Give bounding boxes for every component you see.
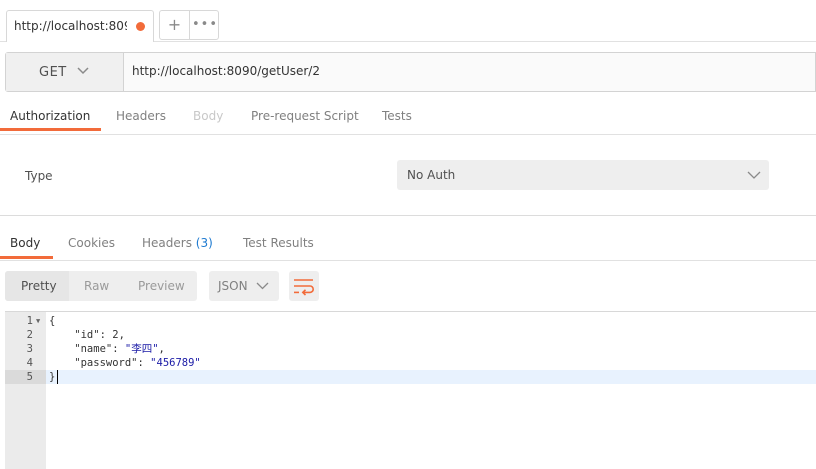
request-tab-label: http://localhost:8090 (14, 19, 127, 33)
tab-body[interactable]: Body (193, 109, 223, 123)
tab-strip: http://localhost:8090 + ••• (0, 0, 816, 42)
fold-arrow-icon[interactable]: ▼ (36, 314, 44, 328)
code-text: { (49, 314, 55, 328)
code-text: "id": 2, (49, 328, 125, 342)
code-line: 3 "name": "李四", (5, 342, 816, 356)
code-line: 1 ▼ { (5, 314, 816, 328)
code-token: "456789" (150, 357, 201, 369)
request-tabs: Authorization Headers Body Pre-request S… (0, 103, 816, 135)
tab-pre-request-script[interactable]: Pre-request Script (251, 109, 359, 123)
auth-type-select[interactable]: No Auth (397, 160, 769, 190)
chevron-down-icon (77, 67, 89, 75)
code-token: "name" (49, 343, 113, 355)
code-token: "password" (49, 357, 138, 369)
view-mode-group: Pretty Raw Preview (5, 271, 197, 301)
tab-tests[interactable]: Tests (382, 109, 412, 123)
headers-count-badge: (3) (195, 236, 213, 250)
code-token: , (118, 329, 125, 341)
code-line: 4 "password": "456789" (5, 356, 816, 370)
response-tab-body[interactable]: Body (10, 236, 40, 250)
auth-type-label: Type (25, 169, 53, 183)
code-token: "李四" (124, 343, 159, 355)
ellipsis-icon: ••• (191, 17, 218, 32)
code-token: } (49, 371, 56, 383)
response-tab-headers[interactable]: Headers (3) (142, 236, 213, 250)
wrap-lines-icon (294, 279, 314, 296)
raw-button[interactable]: Raw (84, 279, 109, 293)
code-token: : (99, 329, 113, 341)
more-tabs-button[interactable]: ••• (190, 11, 220, 39)
method-select[interactable]: GET (6, 53, 124, 91)
response-headers-label: Headers (142, 236, 192, 250)
preview-button[interactable]: Preview (138, 279, 185, 293)
code-line: 5} (5, 370, 816, 384)
url-input[interactable]: http://localhost:8090/getUser/2 (132, 64, 320, 78)
line-number: 4 (26, 357, 33, 369)
active-tab-indicator (0, 128, 101, 131)
code-text: "password": "456789" (49, 356, 201, 370)
code-token: : (112, 343, 125, 355)
format-value: JSON (218, 279, 248, 293)
text-caret (57, 370, 58, 384)
unsaved-dot-icon (136, 22, 145, 31)
line-number: 2 (26, 329, 33, 341)
code-token: "id" (49, 329, 100, 341)
tab-authorization[interactable]: Authorization (10, 109, 90, 123)
tab-headers[interactable]: Headers (116, 109, 166, 123)
url-bar: GET http://localhost:8090/getUser/2 (5, 52, 816, 92)
request-tab[interactable]: http://localhost:8090 (6, 10, 154, 42)
format-select[interactable]: JSON (209, 271, 279, 301)
line-number: 5 (26, 371, 33, 383)
line-number: 1 (26, 315, 33, 327)
active-response-tab-indicator (0, 256, 53, 259)
wrap-lines-button[interactable] (289, 271, 319, 301)
auth-type-value: No Auth (407, 168, 456, 182)
response-tabs: Body Cookies Headers (3) Test Results (0, 228, 816, 261)
response-tab-cookies[interactable]: Cookies (68, 236, 115, 250)
line-number: 3 (26, 343, 33, 355)
chevron-down-icon (256, 282, 269, 290)
code-text: } (49, 370, 55, 384)
code-line: 2 "id": 2, (5, 328, 816, 342)
plus-icon: + (167, 15, 182, 34)
method-label: GET (39, 65, 67, 80)
code-token: { (49, 315, 56, 327)
panel-divider (0, 215, 816, 216)
pretty-button[interactable]: Pretty (21, 279, 57, 293)
code-token: , (158, 343, 165, 355)
code-text: "name": "李四", (49, 342, 165, 356)
new-tab-button[interactable]: + (160, 11, 190, 39)
chevron-down-icon (747, 171, 761, 179)
code-token: : (137, 357, 151, 369)
response-editor[interactable]: 1 ▼{2 "id": 2, 3 "name": "李四", 4 "password"… (5, 311, 816, 469)
tab-actions: + ••• (159, 10, 219, 40)
response-tab-test-results[interactable]: Test Results (243, 236, 314, 250)
